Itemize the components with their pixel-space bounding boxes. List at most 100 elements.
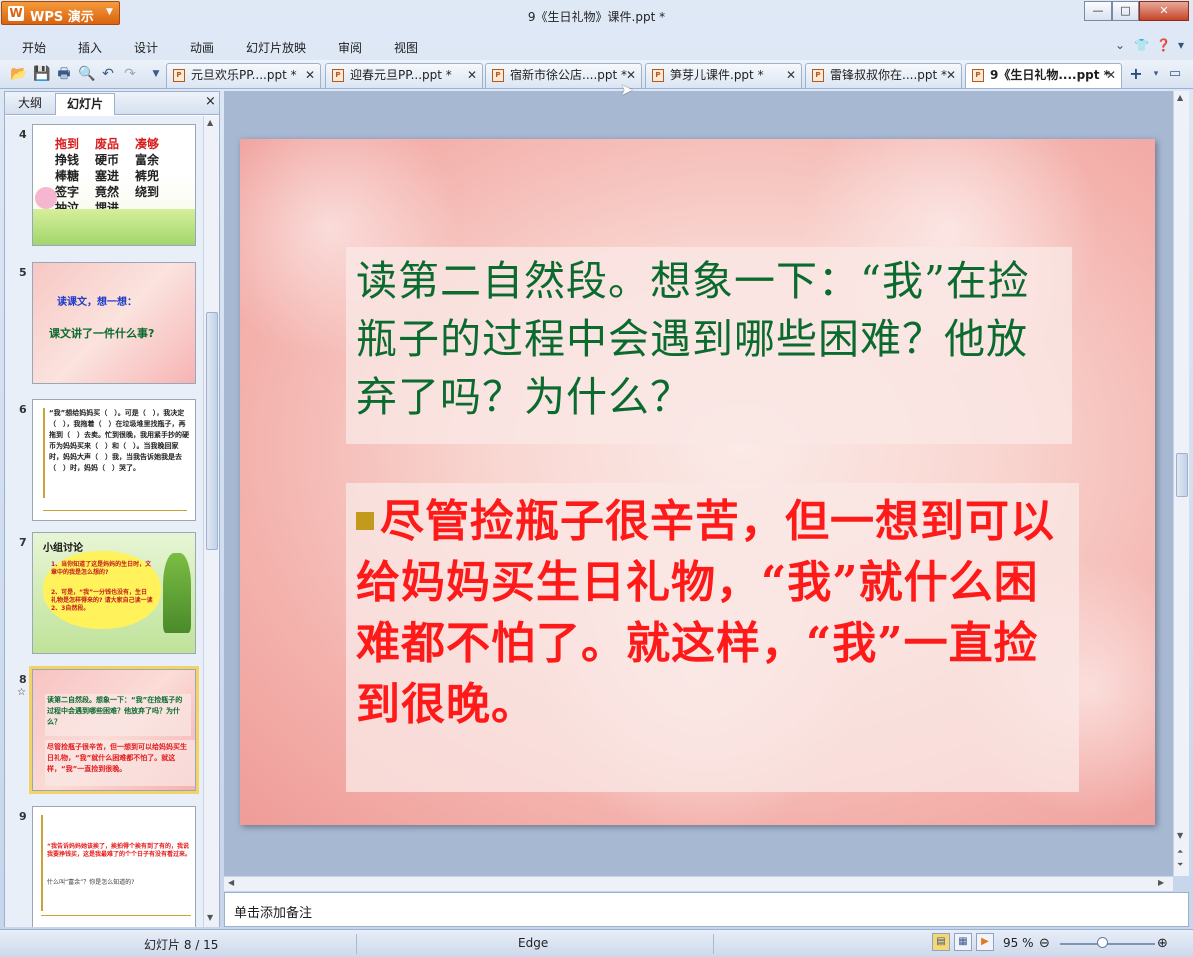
window-title: 9《生日礼物》课件.ppt * <box>527 10 666 24</box>
thumb-text: 什么叫“富余”？你是怎么知道的? <box>47 879 135 886</box>
undo-icon[interactable]: ↶ <box>100 66 116 82</box>
menu-animation[interactable]: 动画 <box>190 39 214 56</box>
scroll-down-icon[interactable]: ▼ <box>1177 831 1183 840</box>
scroll-down-icon[interactable]: ▼ <box>207 913 213 922</box>
theme-name: Edge <box>518 936 549 950</box>
grass-decoration <box>33 209 195 245</box>
open-folder-icon[interactable]: 📂 <box>10 66 27 82</box>
collapse-ribbon-icon[interactable]: ⌄ <box>1115 38 1125 52</box>
close-tab-icon[interactable]: ✕ <box>946 64 956 86</box>
slide-thumb-5[interactable]: 读课文，想一想： 课文讲了一件什么事? <box>32 262 196 384</box>
scroll-up-icon[interactable]: ▲ <box>207 118 213 127</box>
mouse-cursor-icon: ➤ <box>620 80 634 99</box>
scroll-left-icon[interactable]: ◀ <box>228 878 234 887</box>
ppt-file-icon: P <box>173 69 185 82</box>
vocab-word: 挣钱 <box>55 153 80 167</box>
next-slide-icon[interactable]: ⏷ <box>1177 860 1183 870</box>
normal-view-icon[interactable]: ▤ <box>932 933 950 951</box>
horizontal-scrollbar[interactable]: ◀ ▶ <box>224 876 1173 891</box>
slide-number: 7 <box>19 536 27 549</box>
close-button[interactable]: ✕ <box>1139 1 1189 21</box>
slide-thumb-7[interactable]: 小组讨论 1、当你知道了这是妈妈的生日时，文章中的我是怎么想的? 2、可是，“我… <box>32 532 196 654</box>
thumb-text: 小组讨论 <box>43 543 83 554</box>
doc-tab-label: 笋芽儿课件.ppt * <box>670 68 764 82</box>
notes-pane[interactable]: 单击添加备注 <box>224 892 1189 927</box>
doc-tab-label: 雷锋叔叔你在....ppt * <box>830 68 948 82</box>
maximize-button[interactable]: □ <box>1112 1 1139 21</box>
menu-slideshow[interactable]: 幻灯片放映 <box>246 39 306 56</box>
menu-bar: 开始 插入 设计 动画 幻灯片放映 审阅 视图 ⌄ 👕 ❓ ▾ <box>0 32 1193 60</box>
menu-design[interactable]: 设计 <box>134 39 158 56</box>
minimize-button[interactable]: — <box>1084 1 1112 21</box>
vocab-word: 拖到 <box>55 137 80 151</box>
doc-tab-3[interactable]: P 宿新市徐公店....ppt * ✕ <box>485 63 642 88</box>
slide-thumb-4[interactable]: 拖到 废品 凑够 挣钱 硬币 富余 棒糖 塞进 裤兜 签字 竟然 绕到 抽泣 埋… <box>32 124 196 246</box>
new-tab-icon[interactable]: + <box>1128 66 1144 82</box>
thumb-text: 尽管捡瓶子很辛苦，但一想到可以给妈妈买生日礼物，“我”就什么困难都不怕了。就这样… <box>47 743 187 773</box>
prev-slide-icon[interactable]: ⏶ <box>1177 847 1183 857</box>
doc-tab-label: 元旦欢乐PP....ppt * <box>191 68 297 82</box>
menu-review[interactable]: 审阅 <box>338 39 362 56</box>
menu-view[interactable]: 视图 <box>394 39 418 56</box>
divider <box>41 915 191 916</box>
zoom-out-icon[interactable]: ⊖ <box>1039 936 1050 951</box>
restore-window-icon[interactable]: ▭ <box>1167 66 1183 82</box>
scroll-right-icon[interactable]: ▶ <box>1158 878 1164 887</box>
answer-text[interactable]: 尽管捡瓶子很辛苦，但一想到可以给妈妈买生日礼物，“我”就什么困难都不怕了。就这样… <box>356 491 1076 735</box>
close-tab-icon[interactable]: ✕ <box>467 64 477 86</box>
doc-tab-6-active[interactable]: P 9《生日礼物....ppt * ✕ <box>965 63 1122 88</box>
thumb-text: 读课文，想一想： <box>57 297 137 308</box>
print-icon[interactable]: 🖶 <box>56 66 72 82</box>
menu-insert[interactable]: 插入 <box>78 39 102 56</box>
menu-home[interactable]: 开始 <box>22 39 46 56</box>
slide-thumb-6[interactable]: “我”想给妈妈买（ ）。可是（ ），我决定（ ），我拖着（ ）在垃圾堆里找瓶子，… <box>32 399 196 521</box>
question-text[interactable]: 读第二自然段。想象一下：“我”在捡瓶子的过程中会遇到哪些困难？他放弃了吗？为什么… <box>356 252 1056 426</box>
slideshow-icon[interactable]: ▶ <box>976 933 994 951</box>
zoom-slider-knob[interactable] <box>1097 937 1108 948</box>
scroll-up-icon[interactable]: ▲ <box>1177 93 1183 102</box>
slide-number: 5 <box>19 266 27 279</box>
save-icon[interactable]: 💾 <box>33 66 50 82</box>
divider <box>43 510 187 511</box>
redo-icon[interactable]: ↷ <box>122 66 138 82</box>
slide-sorter-icon[interactable]: ▦ <box>954 933 972 951</box>
vocab-word: 废品 <box>95 137 120 151</box>
doc-tab-4[interactable]: P 笋芽儿课件.ppt * ✕ <box>645 63 802 88</box>
notes-placeholder: 单击添加备注 <box>234 906 313 921</box>
tab-toolbar: 📂 💾 🖶 🔍 ↶ ↷ ▼ P 元旦欢乐PP....ppt * ✕ P 迎春元旦… <box>0 60 1193 89</box>
tab-slides[interactable]: 幻灯片 <box>55 93 115 115</box>
divider <box>356 934 357 954</box>
close-tab-icon[interactable]: ✕ <box>786 64 796 86</box>
chevron-down-icon[interactable]: ▾ <box>1148 66 1164 82</box>
slide-thumb-8-selected[interactable]: 读第二自然段。想象一下：“我”在捡瓶子的过程中会遇到哪些困难？他放弃了吗？为什么… <box>29 666 199 794</box>
zoom-in-icon[interactable]: ⊕ <box>1157 936 1168 951</box>
close-pane-icon[interactable]: × <box>205 94 216 109</box>
flower-decoration <box>35 187 57 209</box>
canvas-scrollbar[interactable]: ▲ ▼ ⏶ ⏷ <box>1173 91 1189 876</box>
answer-body: 尽管捡瓶子很辛苦，但一想到可以给妈妈买生日礼物，“我”就什么困难都不怕了。就这样… <box>356 496 1055 730</box>
help-icon[interactable]: ❓ <box>1156 38 1171 52</box>
doc-tab-2[interactable]: P 迎春元旦PP...ppt * ✕ <box>325 63 483 88</box>
thumbnail-list: 4 拖到 废品 凑够 挣钱 硬币 富余 棒糖 塞进 裤兜 签字 竟然 绕到 抽泣… <box>5 116 203 927</box>
close-tab-icon[interactable]: ✕ <box>305 64 315 86</box>
chevron-down-icon[interactable]: ▾ <box>1178 38 1184 52</box>
thumb-text: “我”想给妈妈买（ ）。可是（ ），我决定（ ），我拖着（ ）在垃圾堆里找瓶子，… <box>49 409 189 472</box>
scrollbar-thumb[interactable] <box>1176 453 1188 497</box>
scrollbar-thumb[interactable] <box>206 312 218 550</box>
tab-outline[interactable]: 大纲 <box>7 93 53 115</box>
thumbnail-scrollbar[interactable]: ▲ ▼ <box>203 116 219 927</box>
close-tab-icon[interactable]: ✕ <box>1106 64 1116 86</box>
vocab-word: 富余 <box>135 153 160 167</box>
skin-icon[interactable]: 👕 <box>1134 38 1149 52</box>
ppt-file-icon: P <box>492 69 504 82</box>
doc-tab-5[interactable]: P 雷锋叔叔你在....ppt * ✕ <box>805 63 962 88</box>
customize-icon[interactable]: ▼ <box>148 66 164 82</box>
print-preview-icon[interactable]: 🔍 <box>78 66 95 82</box>
vocab-word: 签字 <box>55 185 80 199</box>
doc-tab-1[interactable]: P 元旦欢乐PP....ppt * ✕ <box>166 63 321 88</box>
slide-number: 4 <box>19 128 27 141</box>
slide-thumb-9[interactable]: “我告诉妈妈她该挨了，挨拍得个挨有到了有的，我说我要挣钱买，这是我最难了的个个日… <box>32 806 196 927</box>
slide-8[interactable]: 读第二自然段。想象一下：“我”在捡瓶子的过程中会遇到哪些困难？他放弃了吗？为什么… <box>240 139 1155 825</box>
vocab-word: 塞进 <box>95 169 120 183</box>
thumb-text: 读第二自然段。想象一下：“我”在捡瓶子的过程中会遇到哪些困难？他放弃了吗？为什么… <box>47 696 183 726</box>
